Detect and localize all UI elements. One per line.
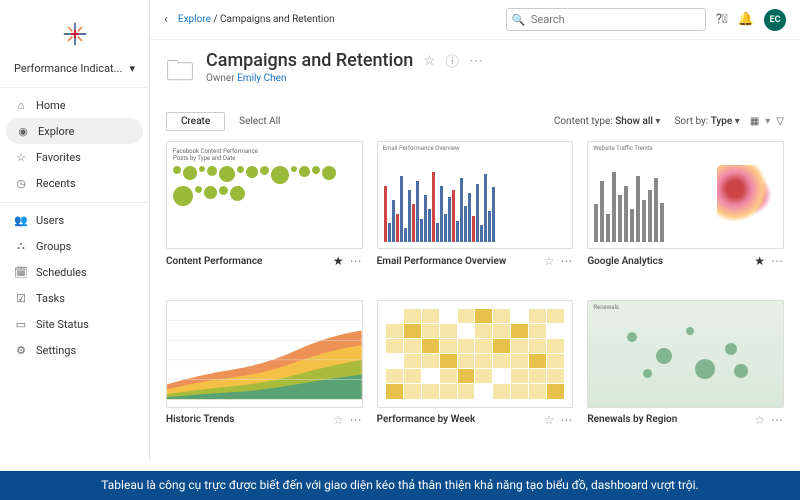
- workspace-label: Performance Indicat...: [14, 62, 122, 75]
- sidebar: Performance Indicat... ▾ ⌂Home ◉Explore …: [0, 0, 150, 460]
- search-input[interactable]: [506, 8, 706, 31]
- nav-home[interactable]: ⌂ Home: [0, 92, 149, 118]
- thumbnail: [377, 300, 574, 408]
- create-button[interactable]: Create: [166, 112, 225, 131]
- workbook-card[interactable]: Facebook Content Performance Posts by Ty…: [166, 141, 363, 286]
- page-title-row: Campaigns and Retention ☆ ⓘ ⋯: [206, 50, 483, 71]
- nav-label: Favorites: [36, 151, 81, 164]
- card-more[interactable]: ⋯: [350, 413, 363, 427]
- nav-recents[interactable]: ◷ Recents: [0, 170, 149, 196]
- nav-label: Users: [36, 214, 64, 227]
- logo: [0, 12, 149, 62]
- breadcrumb-root[interactable]: Explore: [178, 14, 211, 25]
- nav-label: Site Status: [36, 318, 89, 331]
- chevron-down-icon[interactable]: ▾: [765, 116, 770, 127]
- page-header: 🗀 Campaigns and Retention ☆ ⓘ ⋯ Owner Em…: [150, 40, 800, 106]
- thumbnail: [166, 300, 363, 408]
- owner-link[interactable]: Emily Chen: [237, 73, 286, 84]
- nav-site-status[interactable]: ▭ Site Status: [0, 311, 149, 337]
- thumbnail: Email Performance Overview: [377, 141, 574, 249]
- owner-meta: Owner Emily Chen: [206, 73, 483, 84]
- card-more[interactable]: ⋯: [350, 254, 363, 268]
- star-toggle[interactable]: ☆: [544, 413, 555, 427]
- clock-icon: ◷: [14, 176, 28, 190]
- folder-icon: 🗀: [166, 50, 194, 98]
- nav-schedules[interactable]: 🗓 Schedules: [0, 259, 149, 285]
- breadcrumb: Explore / Campaigns and Retention: [178, 14, 335, 25]
- card-more[interactable]: ⋯: [560, 254, 573, 268]
- nav-label: Settings: [36, 344, 76, 357]
- caption-banner: Tableau là công cụ trực được biết đến vớ…: [0, 471, 800, 500]
- content-type-filter[interactable]: Content type: Show all ▾: [550, 114, 665, 129]
- workspace-selector[interactable]: Performance Indicat... ▾: [0, 62, 149, 85]
- nav-users[interactable]: 👥 Users: [0, 207, 149, 233]
- avatar[interactable]: EC: [764, 9, 786, 31]
- thumbnail: Website Traffic Trends: [587, 141, 784, 249]
- nav-tasks[interactable]: ☑ Tasks: [0, 285, 149, 311]
- card-name: Renewals by Region: [587, 414, 677, 425]
- select-all[interactable]: Select All: [239, 116, 280, 127]
- tableau-logo-icon: [61, 20, 89, 48]
- star-icon: ☆: [14, 150, 28, 164]
- topbar: ‹ Explore / Campaigns and Retention 🔍 ?⃝…: [150, 0, 800, 40]
- card-more[interactable]: ⋯: [771, 254, 784, 268]
- tasks-icon: ☑: [14, 291, 28, 305]
- nav-explore[interactable]: ◉ Explore: [6, 118, 143, 144]
- workbook-card[interactable]: Email Performance Overview Email Perform…: [377, 141, 574, 286]
- search-wrap: 🔍: [506, 8, 706, 31]
- compass-icon: ◉: [16, 124, 30, 138]
- star-toggle[interactable]: ☆: [333, 413, 344, 427]
- workbook-card[interactable]: Renewals Renewals by Region ☆ ⋯: [587, 300, 784, 445]
- status-icon: ▭: [14, 317, 28, 331]
- card-name: Historic Trends: [166, 414, 234, 425]
- more-menu[interactable]: ⋯: [469, 53, 483, 69]
- card-name: Content Performance: [166, 256, 262, 267]
- main: ‹ Explore / Campaigns and Retention 🔍 ?⃝…: [150, 0, 800, 460]
- nav-label: Recents: [36, 177, 76, 190]
- card-more[interactable]: ⋯: [560, 413, 573, 427]
- card-name: Performance by Week: [377, 414, 476, 425]
- filter-icon[interactable]: ▽: [776, 116, 784, 127]
- users-icon: 👥: [14, 213, 28, 227]
- thumbnail: Renewals: [587, 300, 784, 408]
- card-more[interactable]: ⋯: [771, 413, 784, 427]
- star-toggle[interactable]: ★: [754, 254, 765, 268]
- nav-settings[interactable]: ⚙ Settings: [0, 337, 149, 363]
- nav-favorites[interactable]: ☆ Favorites: [0, 144, 149, 170]
- help-icon[interactable]: ?⃝: [716, 12, 728, 27]
- workbook-card[interactable]: Historic Trends ☆ ⋯: [166, 300, 363, 445]
- page-title: Campaigns and Retention: [206, 50, 413, 71]
- chevron-down-icon: ▾: [129, 62, 135, 75]
- toolbar: Create Select All Content type: Show all…: [150, 106, 800, 141]
- notifications-icon[interactable]: 🔔: [738, 12, 754, 27]
- star-toggle[interactable]: ☆: [754, 413, 765, 427]
- back-button[interactable]: ‹: [164, 12, 168, 27]
- view-grid-icon[interactable]: ▦: [750, 116, 759, 127]
- info-icon[interactable]: ⓘ: [446, 51, 459, 70]
- search-icon: 🔍: [512, 13, 526, 26]
- card-name: Google Analytics: [587, 256, 663, 267]
- nav-label: Explore: [38, 125, 74, 138]
- star-toggle[interactable]: ★: [333, 254, 344, 268]
- breadcrumb-leaf: Campaigns and Retention: [220, 14, 335, 25]
- nav-label: Schedules: [36, 266, 87, 279]
- sort-by[interactable]: Sort by: Type ▾: [670, 114, 743, 129]
- chevron-down-icon: ▾: [735, 116, 740, 127]
- chevron-down-icon: ▾: [655, 116, 660, 127]
- star-toggle[interactable]: ☆: [544, 254, 555, 268]
- nav-groups[interactable]: ⛬ Groups: [0, 233, 149, 259]
- home-icon: ⌂: [14, 98, 28, 112]
- favorite-toggle[interactable]: ☆: [423, 53, 436, 69]
- nav-label: Groups: [36, 240, 71, 253]
- schedule-icon: 🗓: [14, 265, 28, 279]
- card-name: Email Performance Overview: [377, 256, 507, 267]
- workbook-card[interactable]: Performance by Week ☆ ⋯: [377, 300, 574, 445]
- nav-label: Tasks: [36, 292, 65, 305]
- thumbnail: Facebook Content Performance Posts by Ty…: [166, 141, 363, 249]
- nav-label: Home: [36, 99, 66, 112]
- groups-icon: ⛬: [14, 239, 28, 253]
- content-grid: Facebook Content Performance Posts by Ty…: [150, 141, 800, 460]
- workbook-card[interactable]: Website Traffic Trends Google Analytics ★…: [587, 141, 784, 286]
- gear-icon: ⚙: [14, 343, 28, 357]
